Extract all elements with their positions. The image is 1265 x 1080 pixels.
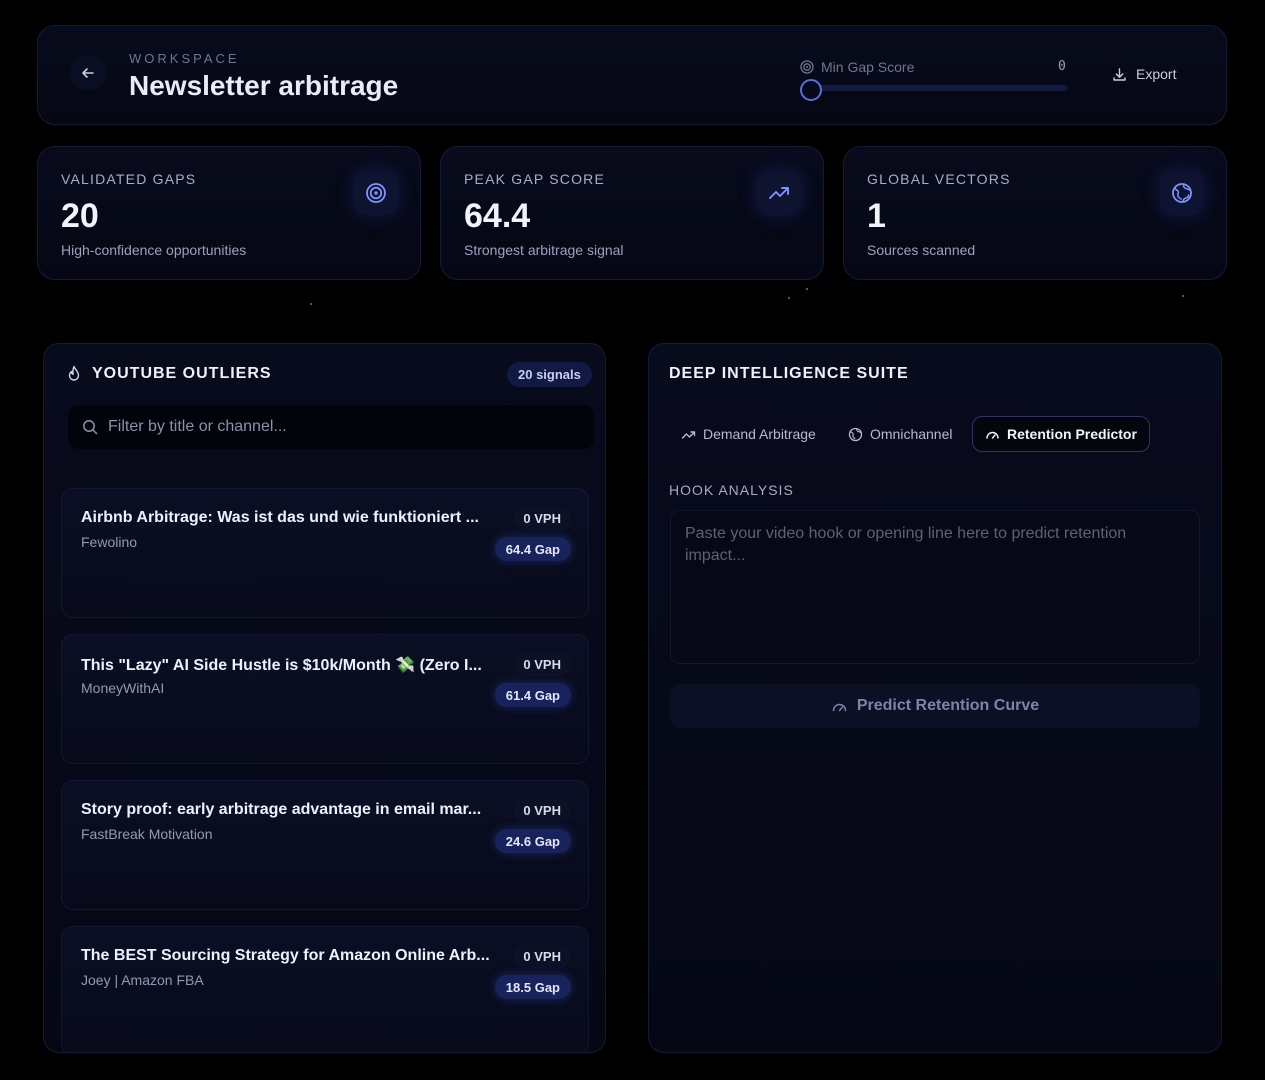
stat-subtitle: High-confidence opportunities [61,242,247,258]
gap-badge: 24.6 Gap [494,829,571,853]
gauge-icon [986,431,999,439]
stat-value: 1 [867,197,886,235]
list-item[interactable]: Story proof: early arbitrage advantage i… [61,780,589,910]
signals-badge: 20 signals [507,362,592,387]
vph-badge: 0 VPH [513,945,571,968]
star-dot [1182,295,1184,297]
gap-badge: 64.4 Gap [494,537,571,561]
stat-label: VALIDATED GAPS [61,171,197,187]
min-gap-score-slider-track[interactable] [810,85,1068,91]
flame-icon [68,365,80,381]
export-label: Export [1136,66,1177,82]
list-item[interactable]: Airbnb Arbitrage: Was ist das und wie fu… [61,488,589,618]
panel-title: YOUTUBE OUTLIERS [92,365,272,382]
predict-retention-button[interactable]: Predict Retention Curve [670,684,1200,728]
channel-name: MoneyWithAI [81,680,165,696]
list-item[interactable]: The BEST Sourcing Strategy for Amazon On… [61,926,589,1052]
stat-card-peak-gap-score: PEAK GAP SCORE 64.4 Strongest arbitrage … [440,146,824,280]
video-title: This "Lazy" AI Side Hustle is $10k/Month… [81,657,482,674]
hook-input[interactable] [670,510,1200,664]
target-icon [800,60,814,74]
channel-name: Fewolino [81,534,138,550]
search-box [68,405,594,449]
search-input[interactable] [108,418,568,436]
channel-name: FastBreak Motivation [81,826,213,842]
video-title: The BEST Sourcing Strategy for Amazon On… [81,947,490,964]
gap-badge: 18.5 Gap [494,975,571,999]
slider-value: 0 [1058,59,1066,74]
deep-intelligence-panel: DEEP INTELLIGENCE SUITE Demand Arbitrage… [648,343,1222,1053]
target-icon [354,171,398,215]
star-dot [788,297,790,299]
min-gap-score-slider-thumb[interactable] [800,79,822,101]
workspace-header: WORKSPACE Newsletter arbitrage Min Gap S… [37,25,1227,125]
stat-subtitle: Strongest arbitrage signal [464,242,624,258]
trending-up-icon [757,171,801,215]
channel-name: Joey | Amazon FBA [81,972,204,988]
gap-badge: 61.4 Gap [494,683,571,707]
vph-badge: 0 VPH [513,507,571,530]
globe-icon [848,427,863,441]
predict-label: Predict Retention Curve [856,697,1040,714]
trending-up-icon [681,430,696,439]
slider-label-text: Min Gap Score [821,59,915,75]
min-gap-score-label: Min Gap Score [800,59,914,75]
youtube-outliers-panel: YOUTUBE OUTLIERS 20 signals Airbnb Arbit… [43,343,606,1053]
stat-value: 64.4 [464,197,531,235]
video-title: Story proof: early arbitrage advantage i… [81,801,482,818]
globe-icon [1160,171,1204,215]
download-icon [1113,67,1126,81]
stat-card-validated-gaps: VALIDATED GAPS 20 High-confidence opport… [37,146,421,280]
tab-retention-predictor[interactable]: Retention Predictor [972,416,1150,452]
stat-card-global-vectors: GLOBAL VECTORS 1 Sources scanned [843,146,1227,280]
back-button[interactable] [70,55,106,91]
vph-badge: 0 VPH [513,653,571,676]
star-dot [806,288,808,290]
panel-title: DEEP INTELLIGENCE SUITE [669,365,909,382]
tab-label: Demand Arbitrage [703,426,816,442]
page-title: Newsletter arbitrage [129,70,399,101]
workspace-eyebrow: WORKSPACE [129,51,240,66]
gauge-icon [832,703,847,711]
arrow-left-icon [82,68,94,78]
tab-omnichannel[interactable]: Omnichannel [836,416,965,452]
stat-label: GLOBAL VECTORS [867,171,1011,187]
export-button[interactable]: Export [1112,62,1176,86]
stat-label: PEAK GAP SCORE [464,171,606,187]
video-title: Airbnb Arbitrage: Was ist das und wie fu… [81,509,479,526]
list-item[interactable]: This "Lazy" AI Side Hustle is $10k/Month… [61,634,589,764]
hook-analysis-label: HOOK ANALYSIS [669,482,794,498]
tab-label: Omnichannel [870,426,953,442]
vph-badge: 0 VPH [513,799,571,822]
search-icon [82,419,98,435]
tab-demand-arbitrage[interactable]: Demand Arbitrage [669,416,828,452]
stat-subtitle: Sources scanned [867,242,976,258]
tab-label: Retention Predictor [1007,426,1137,442]
stat-value: 20 [61,197,99,235]
star-dot [310,303,312,305]
